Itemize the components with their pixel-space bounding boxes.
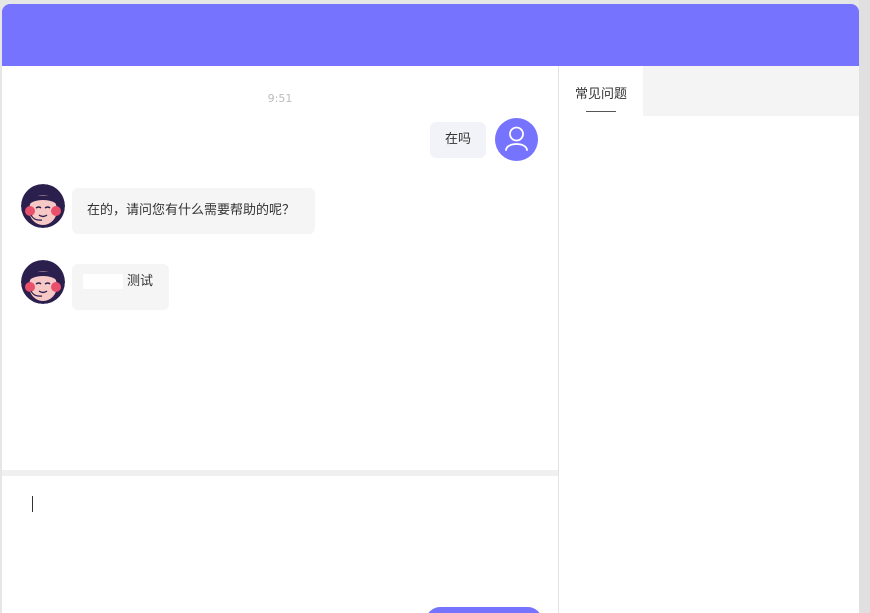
input-separator bbox=[2, 470, 558, 476]
agent-avatar-icon bbox=[21, 260, 65, 304]
scrollbar-track[interactable] bbox=[859, 0, 870, 613]
redacted-area bbox=[83, 274, 123, 289]
side-tabs-bar: 常见问题 bbox=[559, 66, 859, 116]
agent-message-bubble: 在的，请问您有什么需要帮助的呢？ bbox=[72, 188, 315, 234]
user-message-bubble: 在吗 bbox=[430, 122, 486, 158]
agent-message-text: 测试 bbox=[127, 274, 154, 289]
side-pane: 常见问题 bbox=[559, 66, 859, 613]
tab-active-underline bbox=[586, 111, 616, 112]
send-button[interactable] bbox=[426, 607, 542, 613]
message-timestamp: 9:51 bbox=[267, 92, 293, 105]
message-input-caret[interactable] bbox=[32, 496, 33, 512]
tab-faq[interactable]: 常见问题 bbox=[559, 66, 643, 116]
user-avatar-icon bbox=[495, 118, 538, 161]
agent-avatar-icon bbox=[21, 184, 65, 228]
tab-faq-label: 常见问题 bbox=[575, 87, 628, 102]
agent-message-bubble: 测试 bbox=[72, 264, 169, 310]
chat-window: 9:51 在吗 在的，请问您有什么需要帮助的呢？ 测试 常见问题 bbox=[2, 4, 859, 613]
header-bar bbox=[2, 4, 859, 66]
chat-pane: 9:51 在吗 在的，请问您有什么需要帮助的呢？ 测试 bbox=[2, 66, 558, 613]
